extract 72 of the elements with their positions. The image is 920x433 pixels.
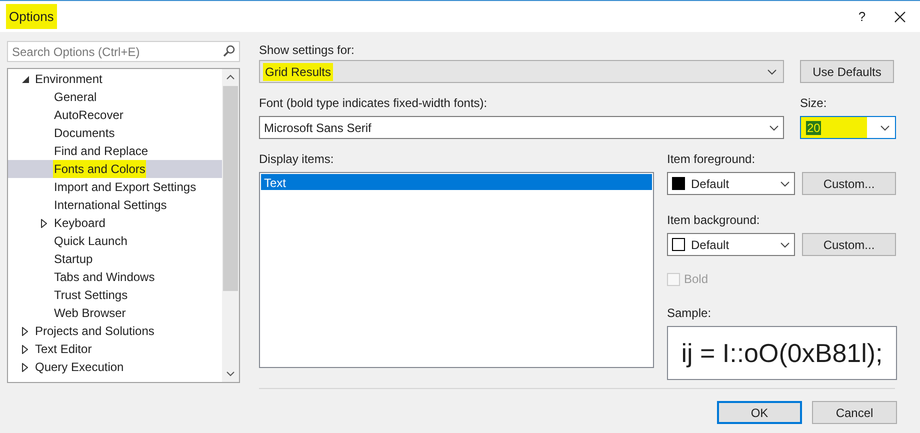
tree-item-label: Projects and Solutions: [34, 323, 156, 340]
tree-item[interactable]: Keyboard: [8, 214, 222, 232]
collapsed-triangle-icon[interactable]: [22, 326, 28, 336]
close-icon[interactable]: [894, 10, 906, 22]
settings-value: Grid Results: [263, 62, 334, 80]
tree-item-label: AutoRecover: [53, 107, 124, 124]
dialog-button[interactable]: Cancel: [812, 401, 897, 424]
window-title: Options: [6, 4, 57, 30]
tree-item-label: International Settings: [53, 197, 168, 214]
chevron-down-icon: [767, 68, 777, 74]
size-dropdown[interactable]: 20: [800, 116, 896, 139]
help-button[interactable]: ?: [852, 6, 872, 26]
tree-item-label: Quick Launch: [53, 233, 128, 250]
tree-item-label: Documents: [53, 125, 116, 142]
tree-item[interactable]: Startup: [8, 250, 222, 268]
tree-item[interactable]: Web Browser: [8, 304, 222, 322]
item-background-label: Item background:: [667, 212, 761, 229]
tree-item-label: Tabs and Windows: [53, 269, 156, 286]
chevron-down-icon: [880, 124, 890, 130]
chevron-down-icon: [780, 180, 790, 186]
color-dropdown[interactable]: Default: [667, 233, 795, 256]
tree-item[interactable]: Text Editor: [8, 340, 222, 358]
tree-item-label: Text Editor: [34, 341, 93, 358]
tree-item-label: Import and Export Settings: [53, 179, 198, 196]
tree-item-label: Environment: [34, 71, 104, 88]
settings-dropdown[interactable]: Grid Results: [259, 60, 784, 83]
tree-item[interactable]: Import and Export Settings: [8, 178, 222, 196]
tree-item-label: Query Execution: [34, 359, 125, 376]
tree-item-label: Trust Settings: [53, 287, 129, 304]
chevron-down-icon: [780, 242, 790, 248]
tree-item-label: Keyboard: [53, 215, 106, 232]
search-icon: [223, 45, 235, 57]
tree-item-label: Find and Replace: [53, 143, 150, 160]
list-item[interactable]: Text: [261, 174, 652, 190]
show-settings-label: Show settings for:: [259, 42, 356, 57]
tree-item-label: Fonts and Colors: [53, 160, 146, 178]
expanded-triangle-icon[interactable]: [22, 76, 28, 82]
collapsed-triangle-icon[interactable]: [22, 362, 28, 372]
bold-label: Bold: [684, 271, 708, 288]
tree-item-label: General: [53, 89, 98, 106]
chevron-down-icon: [769, 124, 779, 130]
tree-item[interactable]: Find and Replace: [8, 142, 222, 160]
color-dropdown[interactable]: Default: [667, 172, 795, 195]
custom-button[interactable]: Custom...: [802, 172, 896, 195]
sample-preview: ij = I::oO(0xB81l);: [667, 326, 897, 380]
tree-item[interactable]: Projects and Solutions: [8, 322, 222, 340]
tree-item[interactable]: International Settings: [8, 196, 222, 214]
tree-item[interactable]: General: [8, 88, 222, 106]
scrollbar[interactable]: [222, 69, 239, 382]
search-field[interactable]: Search Options (Ctrl+E): [7, 41, 240, 62]
tree-item[interactable]: Fonts and Colors: [8, 160, 222, 178]
sample-label: Sample:: [667, 305, 712, 322]
scroll-thumb[interactable]: [223, 86, 238, 291]
tree-item[interactable]: Environment: [8, 70, 222, 88]
custom-button[interactable]: Custom...: [802, 233, 896, 256]
collapsed-triangle-icon[interactable]: [22, 344, 28, 354]
tree-item[interactable]: Quick Launch: [8, 232, 222, 250]
use-defaults-button[interactable]: Use Defaults: [800, 60, 894, 83]
dialog-button[interactable]: OK: [717, 401, 802, 424]
font-dropdown[interactable]: Microsoft Sans Serif: [259, 116, 784, 139]
font-label: Font (bold type indicates fixed-width fonts):: [259, 95, 488, 112]
tree-item[interactable]: Tabs and Windows: [8, 268, 222, 286]
collapsed-triangle-icon[interactable]: [41, 218, 47, 228]
tree-item-label: Web Browser: [53, 305, 127, 322]
display-items-label: Display items:: [259, 151, 335, 168]
tree-item[interactable]: Trust Settings: [8, 286, 222, 304]
size-label: Size:: [800, 95, 828, 112]
tree-item[interactable]: AutoRecover: [8, 106, 222, 124]
item-foreground-label: Item foreground:: [667, 151, 756, 168]
tree-item[interactable]: Query Execution: [8, 358, 222, 376]
tree-item-label: Startup: [53, 251, 94, 268]
tree-item[interactable]: Documents: [8, 124, 222, 142]
